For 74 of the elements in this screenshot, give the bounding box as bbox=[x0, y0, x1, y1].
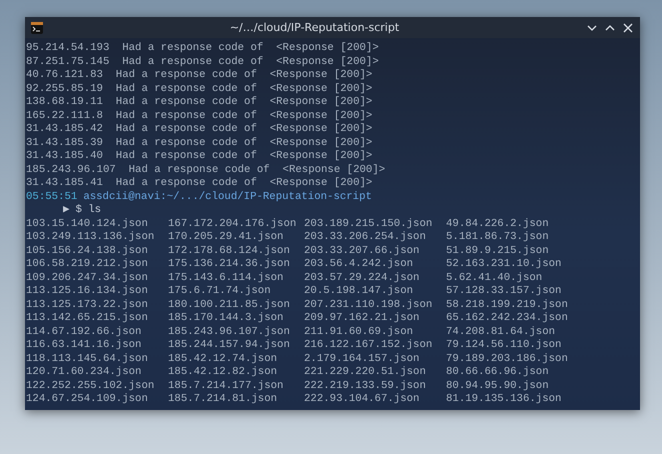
file-name: 185.244.157.94.json bbox=[168, 339, 290, 352]
file-name: 222.219.133.59.json bbox=[304, 380, 426, 393]
file-name: 5.181.86.73.json bbox=[446, 231, 549, 244]
file-name: 180.100.211.85.json bbox=[168, 298, 290, 312]
file-name: 221.229.220.51.json bbox=[304, 366, 426, 380]
file-name: 203.33.206.254.json bbox=[304, 231, 426, 244]
file-name: 116.63.141.16.json bbox=[26, 339, 142, 352]
output-line: 185.243.96.107 Had a response code of <Response [200]> bbox=[26, 164, 386, 177]
file-name: 80.94.95.90.json bbox=[446, 380, 549, 393]
file-name: 52.163.231.10.json bbox=[446, 258, 562, 272]
file-name: 175.6.71.74.json bbox=[168, 285, 271, 298]
file-name: 222.93.104.67.json bbox=[304, 393, 420, 406]
file-name: 81.19.135.136.json bbox=[446, 393, 562, 406]
file-name: 203.57.29.224.json bbox=[304, 272, 420, 285]
file-name: 167.172.204.176.json bbox=[168, 218, 296, 231]
close-button[interactable] bbox=[622, 22, 634, 34]
file-name: 185.42.12.82.json bbox=[168, 366, 278, 380]
file-name: 118.113.145.64.json bbox=[26, 352, 148, 366]
file-name: 57.128.33.157.json bbox=[446, 285, 562, 298]
file-name: 74.208.81.64.json bbox=[446, 326, 556, 339]
file-name: 2.179.164.157.json bbox=[304, 352, 420, 366]
file-name: 113.125.173.22.json bbox=[26, 298, 148, 312]
file-name: 120.71.60.234.json bbox=[26, 366, 142, 380]
file-name: 185.42.12.74.json bbox=[168, 352, 278, 366]
file-name: 79.124.56.110.json bbox=[446, 339, 562, 352]
output-line: 87.251.75.145 Had a response code of <Response [200]> bbox=[26, 56, 379, 69]
file-name: 185.7.214.177.json bbox=[168, 380, 284, 393]
output-line: 31.43.185.41 Had a response code of <Response [200]> bbox=[26, 177, 372, 190]
output-line: 31.43.185.40 Had a response code of <Response [200]> bbox=[26, 150, 372, 164]
file-name: 203.56.4.242.json bbox=[304, 258, 414, 272]
output-line: 31.43.185.39 Had a response code of <Response [200]> bbox=[26, 136, 372, 150]
file-name: 5.62.41.40.json bbox=[446, 272, 542, 285]
file-name: 106.58.219.212.json bbox=[26, 258, 148, 272]
window-title: ~/…/cloud/IP-Reputation-script bbox=[228, 21, 400, 34]
prompt-time: 05:55:51 bbox=[26, 190, 78, 204]
file-name: 124.67.254.109.json bbox=[26, 393, 148, 406]
file-name: 20.5.198.147.json bbox=[304, 285, 414, 298]
file-name: 79.189.203.186.json bbox=[446, 352, 568, 366]
file-name: 172.178.68.124.json bbox=[168, 244, 290, 258]
file-name: 175.143.6.114.json bbox=[168, 272, 284, 285]
terminal-icon bbox=[31, 22, 43, 34]
file-name: 203.33.207.66.json bbox=[304, 244, 420, 258]
file-name: 113.142.65.215.json bbox=[26, 312, 148, 326]
file-name: 216.122.167.152.json bbox=[304, 339, 432, 352]
output-line: 92.255.85.19 Had a response code of <Response [200]> bbox=[26, 82, 372, 96]
file-name: 185.243.96.107.json bbox=[168, 326, 290, 339]
prompt-arrow: ▶ bbox=[63, 204, 70, 218]
file-name: 185.7.214.81.json bbox=[168, 393, 278, 406]
file-name: 51.89.9.215.json bbox=[446, 244, 549, 258]
file-name: 170.205.29.41.json bbox=[168, 231, 284, 244]
file-name: 207.231.110.198.json bbox=[304, 298, 432, 312]
file-name: 103.249.113.136.json bbox=[26, 231, 154, 244]
output-line: 138.68.19.11 Had a response code of <Response [200]> bbox=[26, 96, 372, 110]
output-line: 31.43.185.42 Had a response code of <Response [200]> bbox=[26, 123, 372, 136]
file-name: 209.97.162.21.json bbox=[304, 312, 420, 326]
file-name: 175.136.214.36.json bbox=[168, 258, 290, 272]
file-name: 49.84.226.2.json bbox=[446, 218, 549, 231]
file-name: 109.206.247.34.json bbox=[26, 272, 148, 285]
file-name: 65.162.242.234.json bbox=[446, 312, 568, 326]
file-name: 80.66.66.96.json bbox=[446, 366, 549, 380]
file-name: 114.67.192.66.json bbox=[26, 326, 142, 339]
file-name: 103.15.140.124.json bbox=[26, 218, 148, 231]
file-name: 211.91.60.69.json bbox=[304, 326, 414, 339]
command-text: $ ls bbox=[75, 204, 102, 218]
file-name: 58.218.199.219.json bbox=[446, 298, 568, 312]
output-line: 40.76.121.83 Had a response code of <Response [200]> bbox=[26, 69, 372, 82]
file-name: 113.125.16.134.json bbox=[26, 285, 148, 298]
file-name: 203.189.215.150.json bbox=[304, 218, 432, 231]
output-line: 95.214.54.193 Had a response code of <Response [200]> bbox=[26, 42, 379, 56]
prompt-path: assdcii@navi:~/.../cloud/IP-Reputation-script bbox=[83, 190, 372, 204]
file-name: 105.156.24.138.json bbox=[26, 244, 148, 258]
file-name: 122.252.255.102.json bbox=[26, 380, 154, 393]
file-name: 185.170.144.3.json bbox=[168, 312, 284, 326]
output-line: 165.22.111.8 Had a response code of <Response [200]> bbox=[26, 110, 372, 123]
